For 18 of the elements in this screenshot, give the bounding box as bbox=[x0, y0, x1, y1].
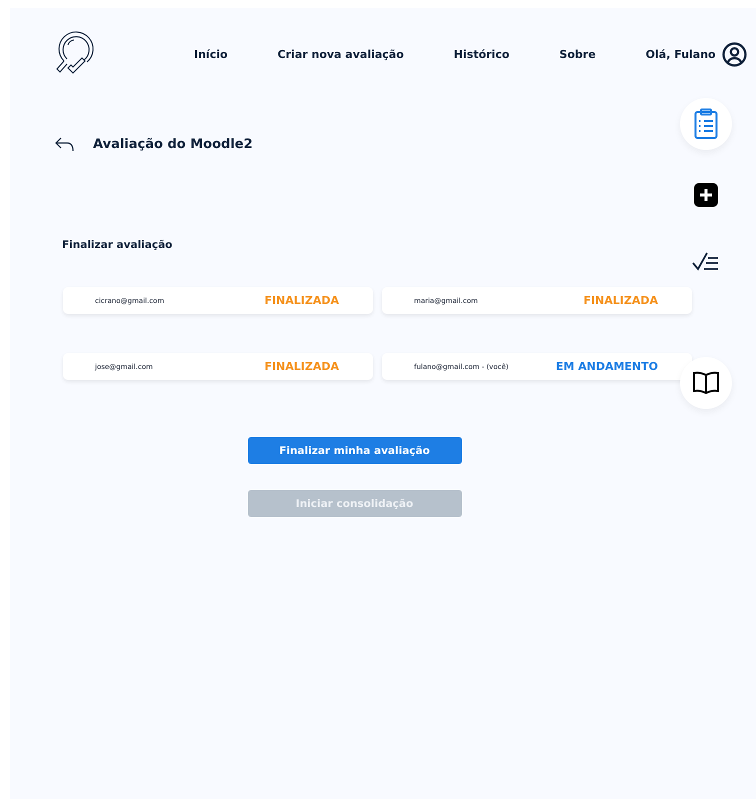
nav-link[interactable]: Histórico bbox=[454, 48, 510, 60]
status-label: EM ANDAMENTO bbox=[556, 360, 658, 373]
nav-link[interactable]: Criar nova avaliação bbox=[278, 48, 404, 60]
status-label: FINALIZADA bbox=[264, 294, 339, 307]
plus-square-icon[interactable] bbox=[694, 183, 718, 207]
user-greeting: Olá, Fulano bbox=[646, 48, 716, 60]
status-label: FINALIZADA bbox=[264, 360, 339, 373]
section-heading: Finalizar avaliação bbox=[62, 239, 174, 251]
checklist-icon[interactable] bbox=[692, 251, 720, 271]
nav-link[interactable]: Sobre bbox=[559, 48, 596, 60]
page-title: Avaliação do Moodle2 bbox=[93, 136, 253, 152]
nav-link[interactable]: Início bbox=[194, 48, 228, 60]
back-arrow-icon[interactable] bbox=[55, 136, 75, 152]
clipboard-list-icon bbox=[694, 108, 718, 140]
action-button[interactable]: Finalizar minha avaliação bbox=[248, 437, 462, 464]
status-label: FINALIZADA bbox=[583, 294, 658, 307]
user-avatar-icon[interactable] bbox=[722, 42, 747, 66]
book-icon bbox=[692, 371, 720, 395]
